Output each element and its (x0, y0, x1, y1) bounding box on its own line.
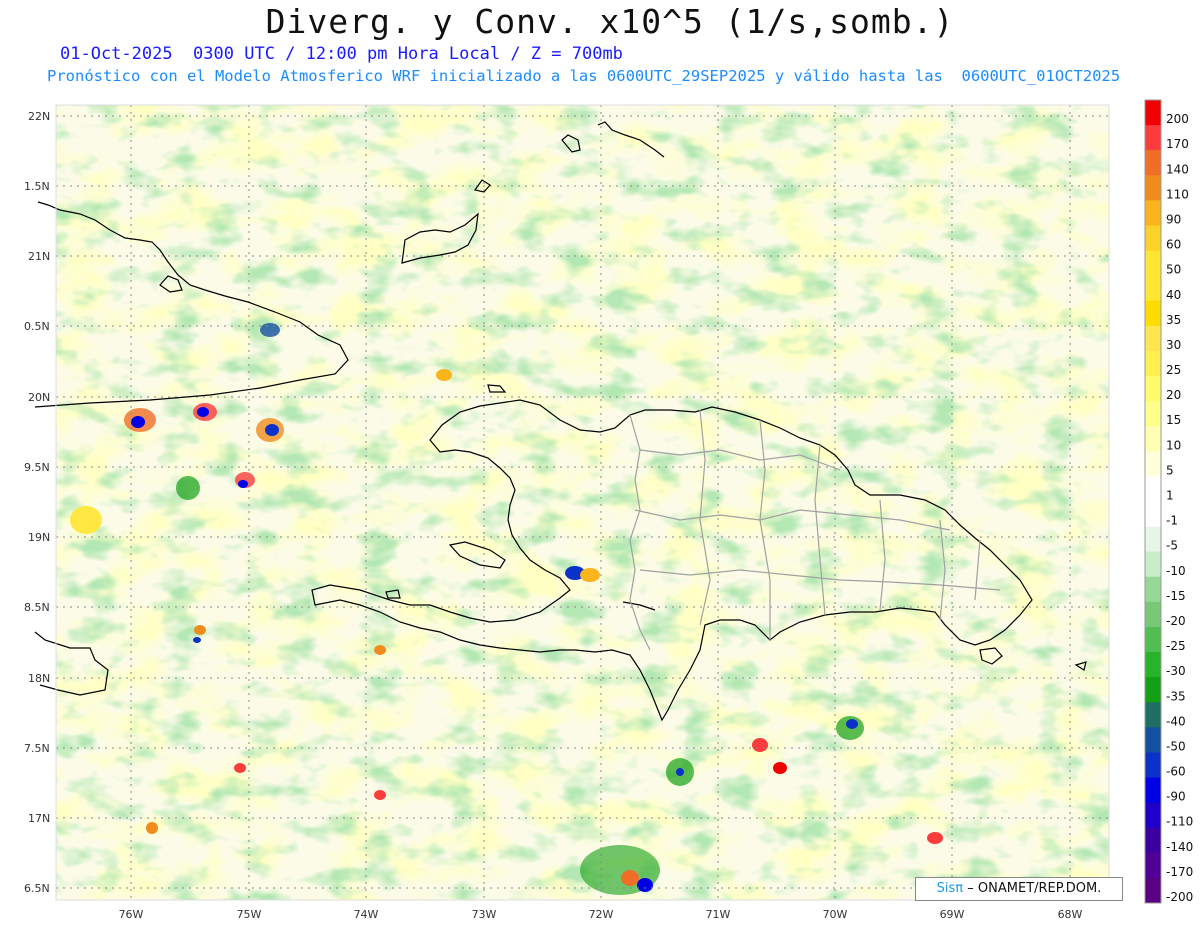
colorbar-label: -170 (1166, 865, 1193, 879)
colorbar-label: 140 (1166, 162, 1189, 176)
colorbar-label: 20 (1166, 388, 1181, 402)
colorbar-label: -5 (1166, 539, 1178, 553)
colorbar-swatch (1145, 325, 1161, 352)
colorbar-swatch (1145, 451, 1161, 477)
colorbar-swatch (1145, 852, 1161, 879)
colorbar-label: 15 (1166, 413, 1181, 427)
colorbar-swatch (1145, 702, 1161, 728)
colorbar-label: -110 (1166, 815, 1193, 829)
lat-label: 0.5N (24, 320, 50, 333)
colorbar-swatch (1145, 652, 1161, 678)
lat-label: 6.5N (24, 882, 50, 895)
lat-label: 22N (28, 110, 50, 123)
chart-title: Diverg. y Conv. x10^5 (1/s,somb.) (265, 2, 955, 41)
colorbar-swatch (1145, 426, 1161, 452)
colorbar: 200 170 140 110 90 60 50 40 35 30 25 20 15 10 5 1 -1 -5 -1… (1144, 99, 1193, 904)
colorbar-swatch (1145, 777, 1161, 804)
colorbar-swatch (1145, 401, 1161, 427)
colorbar-label: -25 (1166, 639, 1186, 653)
colorbar-label: 35 (1166, 313, 1181, 327)
longitude-labels: 76W 75W 74W 73W 72W 71W 70W 69W 68W (119, 908, 1083, 921)
valid-time-subtitle: 01-Oct-2025 0300 UTC / 12:00 pm Hora Loc… (60, 44, 623, 64)
colorbar-swatch (1145, 526, 1161, 553)
colorbar-swatch (1145, 476, 1161, 502)
colorbar-swatch (1145, 601, 1161, 628)
colorbar-swatch (1145, 100, 1161, 126)
lat-label: 8.5N (24, 601, 50, 614)
colorbar-label: 50 (1166, 263, 1181, 277)
colorbar-swatch (1145, 300, 1161, 327)
lat-label: 20N (28, 391, 50, 404)
lat-label: 17N (28, 812, 50, 825)
colorbar-swatch (1145, 150, 1161, 176)
colorbar-label: -200 (1166, 890, 1193, 904)
colorbar-swatch (1145, 626, 1161, 653)
colorbar-label: 200 (1166, 112, 1189, 126)
lat-label: 18N (28, 672, 50, 685)
model-info-subtitle: Pronóstico con el Modelo Atmosferico WRF… (47, 67, 1121, 85)
colorbar-label: -10 (1166, 564, 1186, 578)
colorbar-swatch (1145, 752, 1161, 779)
colorbar-label: -50 (1166, 739, 1186, 753)
colorbar-label: 25 (1166, 363, 1181, 377)
colorbar-label: 90 (1166, 212, 1181, 226)
colorbar-swatch (1145, 802, 1161, 829)
lon-label: 69W (940, 908, 965, 921)
colorbar-swatch (1145, 275, 1161, 302)
colorbar-swatch (1145, 827, 1161, 854)
colorbar-label: -1 (1166, 514, 1178, 528)
colorbar-swatch (1145, 727, 1161, 753)
colorbar-swatch (1145, 501, 1161, 528)
credit-text: – ONAMET/REP.DOM. (967, 881, 1102, 896)
colorbar-label: 30 (1166, 338, 1181, 352)
colorbar-swatch (1145, 350, 1161, 377)
colorbar-swatch (1145, 125, 1161, 151)
lon-label: 74W (354, 908, 379, 921)
divergence-field (56, 105, 1109, 900)
colorbar-swatch (1145, 551, 1161, 578)
credit-box: Sisπ – ONAMET/REP.DOM. (915, 877, 1123, 901)
colorbar-label: -30 (1166, 664, 1186, 678)
lon-label: 73W (472, 908, 497, 921)
colorbar-label: -40 (1166, 714, 1186, 728)
lon-label: 68W (1058, 908, 1083, 921)
colorbar-label: -90 (1166, 790, 1186, 804)
colorbar-swatch (1145, 200, 1161, 226)
lat-label: 19N (28, 531, 50, 544)
colorbar-label: -140 (1166, 840, 1193, 854)
colorbar-label: -35 (1166, 689, 1186, 703)
colorbar-swatch (1145, 376, 1161, 402)
lon-label: 75W (237, 908, 262, 921)
latitude-labels: 22N 1.5N 21N 0.5N 20N 9.5N 19N 8.5N 18N … (24, 110, 50, 895)
colorbar-swatch (1145, 877, 1161, 904)
colorbar-label: 170 (1166, 137, 1189, 151)
colorbar-label: -15 (1166, 589, 1186, 603)
lon-label: 76W (119, 908, 144, 921)
colorbar-swatch (1145, 677, 1161, 703)
colorbar-label: -20 (1166, 614, 1186, 628)
colorbar-label: 5 (1166, 463, 1174, 477)
colorbar-label: 10 (1166, 438, 1181, 452)
colorbar-swatch (1145, 175, 1161, 201)
colorbar-label: 110 (1166, 187, 1189, 201)
sis-logo: Sisπ (936, 881, 964, 896)
colorbar-swatch (1145, 576, 1161, 603)
lat-label: 21N (28, 250, 50, 263)
colorbar-label: -60 (1166, 765, 1186, 779)
lon-label: 70W (823, 908, 848, 921)
colorbar-swatch (1145, 225, 1161, 252)
colorbar-swatch (1145, 250, 1161, 277)
colorbar-label: 60 (1166, 238, 1181, 252)
forecast-map: 22N 1.5N 21N 0.5N 20N 9.5N 19N 8.5N 18N … (24, 99, 1193, 921)
lat-label: 1.5N (24, 180, 50, 193)
lat-label: 7.5N (24, 742, 50, 755)
lat-label: 9.5N (24, 461, 50, 474)
colorbar-label: 40 (1166, 288, 1181, 302)
lon-label: 71W (706, 908, 731, 921)
colorbar-label: 1 (1166, 489, 1174, 503)
lon-label: 72W (589, 908, 614, 921)
